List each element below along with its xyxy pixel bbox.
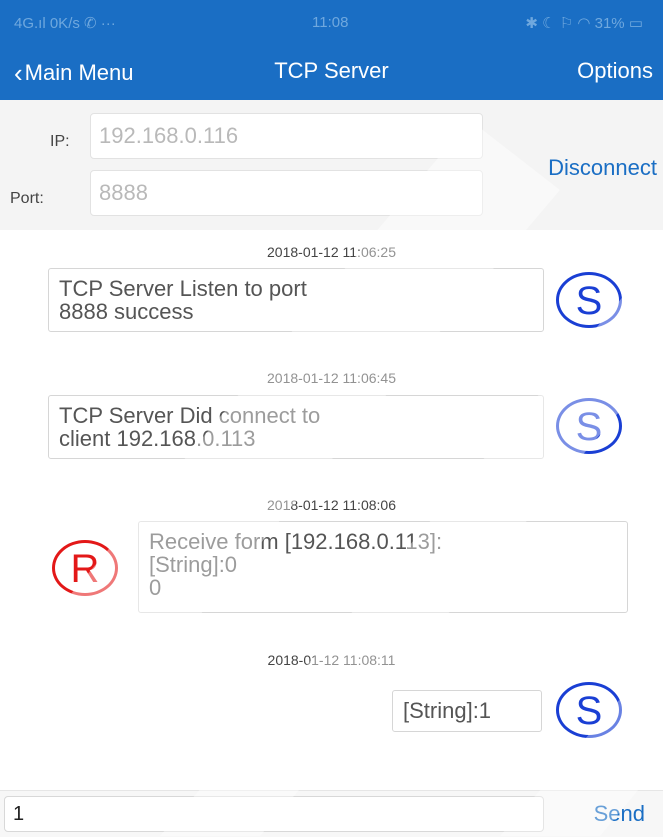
nav-bar: ‹Main Menu TCP Server Options xyxy=(0,44,663,100)
message-line: Receive form [192.168.0.113]: xyxy=(149,529,443,554)
ip-label: IP: xyxy=(50,133,70,150)
page-title: TCP Server xyxy=(274,58,389,83)
server-avatar-icon: S xyxy=(556,272,622,328)
message-line: TCP Server Listen to port xyxy=(59,276,307,301)
message-line: 0 xyxy=(149,575,162,600)
status-icons: ✱ ☾ ⚐ ◠ 31% ▭ xyxy=(525,15,643,32)
message-timestamp: 2018-01-12 11:06:45 xyxy=(267,370,396,386)
message-bubble: Receive form [192.168.0.113]: [String]:0… xyxy=(138,521,628,613)
server-avatar-icon: S xyxy=(556,682,622,738)
message-timestamp: 2018-01-12 11:08:11 xyxy=(267,652,396,668)
send-button[interactable]: Send xyxy=(594,801,645,827)
status-bar: 4G.ıl 0K/s ✆ ··· 11:08 ✱ ☾ ⚐ ◠ 31% ▭ xyxy=(0,0,663,44)
status-time: 11:08 xyxy=(312,14,349,31)
port-label: Port: xyxy=(10,190,44,207)
message-timestamp: 2018-01-12 11:06:25 xyxy=(267,244,396,260)
message-line: [String]:0 xyxy=(149,552,238,577)
message-line: client 192.168.0.113 xyxy=(59,426,256,451)
message-line: [String]:1 xyxy=(403,698,492,723)
message-line: 8888 success xyxy=(59,299,194,324)
port-field[interactable]: 8888 xyxy=(90,170,483,216)
ip-field[interactable]: 192.168.0.116 xyxy=(90,113,483,159)
receive-avatar-icon: R xyxy=(52,540,118,596)
server-avatar-icon: S xyxy=(556,398,622,454)
input-bar: 1 Send xyxy=(0,790,663,837)
options-button[interactable]: Options xyxy=(577,58,653,84)
message-bubble: TCP Server Listen to port 8888 success xyxy=(48,268,544,332)
message-bubble: TCP Server Did connect to client 192.168… xyxy=(48,395,544,459)
message-input[interactable]: 1 xyxy=(4,796,544,832)
disconnect-button[interactable]: Disconnect xyxy=(548,155,657,181)
message-timestamp: 2018-01-12 11:08:06 xyxy=(267,497,396,513)
message-line: TCP Server Did connect to xyxy=(59,403,321,428)
status-network: 4G.ıl 0K/s ✆ ··· xyxy=(14,15,116,32)
message-bubble: [String]:1 xyxy=(392,690,542,732)
